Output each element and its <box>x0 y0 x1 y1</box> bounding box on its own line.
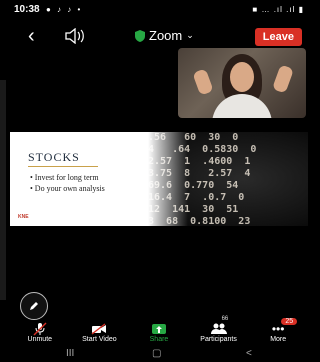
leave-button[interactable]: Leave <box>254 28 302 46</box>
more-button[interactable]: ••• 25 More <box>249 318 307 348</box>
status-time: 10:38 <box>14 4 40 15</box>
slide-bullets: • Invest for long term • Do your own ana… <box>30 172 105 194</box>
start-video-button[interactable]: Start Video <box>70 322 128 348</box>
participant-video-thumbnail[interactable] <box>178 48 306 118</box>
recent-apps-button[interactable]: III <box>66 348 74 359</box>
participants-label: Participants <box>200 336 237 343</box>
android-nav-bar: III ▢ < <box>10 348 308 362</box>
slide-logo: KNE <box>18 214 29 220</box>
zoom-title-dropdown[interactable]: Zoom ⌄ <box>135 28 194 43</box>
participant-body <box>212 94 272 118</box>
notification-icons: ● ♪ ♪ • <box>46 5 83 14</box>
unmute-label: Unmute <box>27 336 53 343</box>
phone-screen: 10:38 ● ♪ ♪ • ■ … .ıl .ıl ▮ ‹ Zoom ⌄ Lea… <box>10 0 308 362</box>
app-title: Zoom <box>149 28 183 43</box>
unmute-button[interactable]: Unmute <box>11 322 69 348</box>
video-off-icon <box>91 323 107 335</box>
slide-bullet: • Do your own analysis <box>30 184 105 193</box>
pencil-icon <box>30 302 38 310</box>
participant-hand-left <box>192 68 214 96</box>
share-label: Share <box>149 336 169 343</box>
more-label: More <box>270 336 287 343</box>
status-bar: 10:38 ● ♪ ♪ • ■ … .ıl .ıl ▮ <box>10 0 308 20</box>
back-arrow-icon[interactable]: ‹ <box>28 24 35 48</box>
meeting-toolbar: Unmute Start Video Share 66 Participants… <box>10 316 308 348</box>
slide-title-rule <box>28 166 98 167</box>
participant-count: 66 <box>221 316 229 322</box>
participant-face <box>230 62 254 92</box>
annotate-pencil-button[interactable] <box>20 292 48 320</box>
chevron-down-icon: ⌄ <box>186 30 194 40</box>
more-badge: 25 <box>281 318 298 325</box>
shared-slide: STOCKS • Invest for long term • Do your … <box>10 132 308 226</box>
left-edge-strip <box>0 80 6 300</box>
participant-hand-right <box>271 64 295 94</box>
system-icons: ■ … .ıl .ıl ▮ <box>252 5 304 14</box>
share-button[interactable]: Share <box>130 322 188 348</box>
speaker-icon[interactable] <box>64 28 86 44</box>
nav-back-button[interactable]: < <box>246 348 252 359</box>
share-icon <box>151 324 166 334</box>
home-button[interactable]: ▢ <box>152 348 161 359</box>
slide-text-panel: STOCKS • Invest for long term • Do your … <box>10 132 160 226</box>
shield-icon <box>135 29 145 42</box>
participants-button[interactable]: 66 Participants <box>190 316 248 348</box>
more-icon: ••• <box>271 322 285 336</box>
slide-bullet: • Invest for long term <box>30 173 99 182</box>
mic-off-icon <box>33 322 47 336</box>
slide-title: STOCKS <box>28 150 80 164</box>
participants-icon <box>210 323 227 334</box>
slide-fade <box>148 132 188 226</box>
start-video-label: Start Video <box>82 336 117 343</box>
